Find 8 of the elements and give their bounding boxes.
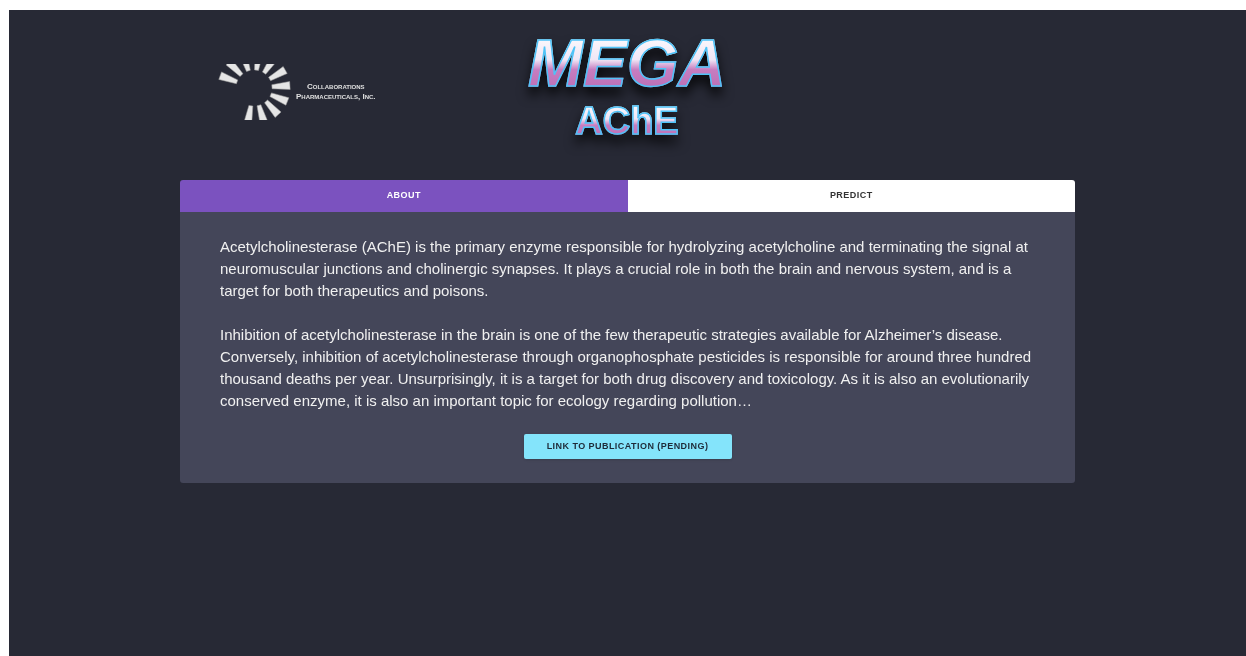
publication-link-button[interactable]: LINK TO PUBLICATION (PENDING)	[523, 434, 732, 459]
paragraph: Inhibition of acetylcholinesterase in the brain is one of the few therapeutic strategies available for Alzheimer’s disease. Conversely, inhibition of acetylcholinesterase through organophosphate pesticides is responsible for around three hundred thousand deaths per year. Unsurprisingly, it is a target for both drug discovery and toxicology. As it is also an evolutionarily conserved enzyme, it is also an important topic for ecology regarding pollution…	[220, 325, 1033, 411]
company-name: Pharmaceuticals, Inc.	[296, 92, 376, 102]
starburst-logo-icon	[216, 64, 292, 120]
paragraph: Acetylcholinesterase (AChE) is the primary enzyme responsible for hydrolyzing acetylcholine and terminating the signal at neuromuscular junctions and cholinergic synapses. It plays a crucial role in both the brain and nervous system, and is a target for both therapeutics and poisons.	[220, 237, 1029, 301]
tab[interactable]: PREDICT	[627, 180, 1075, 212]
tab[interactable]: ABOUT	[180, 180, 628, 212]
company-name: Collaborations	[305, 82, 366, 92]
